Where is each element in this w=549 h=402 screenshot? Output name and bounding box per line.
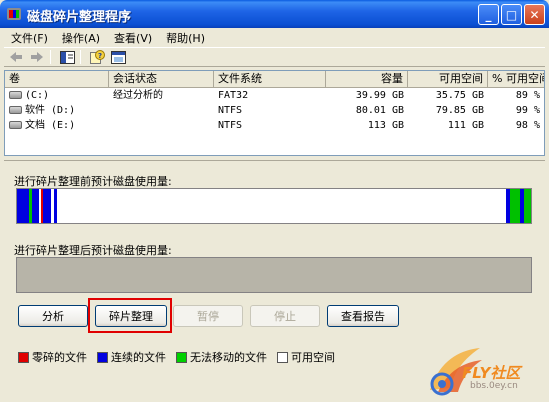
properties-button[interactable] <box>109 49 127 65</box>
volume-row-c[interactable]: (C:) 经过分析的 FAT32 39.99 GB 35.75 GB 89 % <box>5 88 544 103</box>
session-status: 经过分析的 <box>113 90 163 101</box>
close-button[interactable]: ✕ <box>524 4 545 25</box>
before-usage-label: 进行碎片整理前预计磁盘使用量: <box>14 175 172 188</box>
file-system: NTFS <box>218 120 243 131</box>
menu-action[interactable]: 操作(A) <box>55 30 107 46</box>
highlight-box <box>88 298 172 333</box>
drive-icon <box>9 121 22 129</box>
percent-free: 99 % <box>515 105 540 116</box>
legend-label-unmovable: 无法移动的文件 <box>190 351 267 364</box>
watermark-brand: FLY社区 <box>462 364 521 382</box>
capacity: 113 GB <box>367 120 404 131</box>
toolbar: ? <box>4 47 545 67</box>
menu-file[interactable]: 文件(F) <box>4 30 55 46</box>
session-status <box>109 103 214 118</box>
after-usage-label: 进行碎片整理后预计磁盘使用量: <box>14 244 172 257</box>
volume-list[interactable]: 卷 会话状态 文件系统 容量 可用空间 % 可用空间 (C:) 经过分析的 FA… <box>4 70 545 156</box>
toolbar-separator <box>50 50 51 64</box>
column-header-free-space[interactable]: 可用空间 <box>408 71 488 87</box>
legend-swatch-free <box>277 351 288 363</box>
window-title: 磁盘碎片整理程序 <box>27 10 132 25</box>
view-report-button[interactable]: 查看报告 <box>327 305 399 327</box>
segment-contiguous <box>43 189 51 223</box>
free-space: 79.85 GB <box>435 105 484 116</box>
volume-row-e[interactable]: 文档 (E:) NTFS 113 GB 111 GB 98 % <box>5 118 544 133</box>
drive-icon <box>9 106 22 114</box>
volume-name: 文档 (E:) <box>25 120 76 131</box>
console-tree-icon <box>59 50 75 64</box>
free-space: 35.75 GB <box>435 90 484 101</box>
percent-free: 89 % <box>515 90 540 101</box>
column-header-capacity[interactable]: 容量 <box>326 71 408 87</box>
menu-bar: 文件(F) 操作(A) 查看(V) 帮助(H) <box>4 28 545 47</box>
free-space: 111 GB <box>447 120 484 131</box>
column-header-percent-free[interactable]: % 可用空间 <box>488 71 544 87</box>
legend-label-free: 可用空间 <box>291 351 335 364</box>
segment-unmovable <box>524 189 531 223</box>
defrag-app-icon <box>7 8 21 20</box>
back-button[interactable] <box>7 49 25 65</box>
maximize-icon: □ <box>505 7 518 22</box>
legend-swatch-fragmented <box>18 351 29 363</box>
help-button[interactable]: ? <box>88 49 106 65</box>
capacity: 80.01 GB <box>355 105 404 116</box>
pause-button[interactable]: 暂停 <box>173 305 243 327</box>
menu-help[interactable]: 帮助(H) <box>159 30 212 46</box>
percent-free: 98 % <box>515 120 540 131</box>
minimize-button[interactable]: _ <box>478 4 499 25</box>
analyze-button[interactable]: 分析 <box>18 305 88 327</box>
legend-swatch-contiguous <box>97 351 108 363</box>
volume-name: 软件 (D:) <box>25 105 76 116</box>
column-header-file-system[interactable]: 文件系统 <box>214 71 326 87</box>
legend-swatch-unmovable <box>176 351 187 363</box>
capacity: 39.99 GB <box>355 90 404 101</box>
segment-unmovable <box>510 189 520 223</box>
help-icon: ? <box>89 50 105 64</box>
back-arrow-icon <box>10 52 22 62</box>
after-usage-bar <box>16 257 532 293</box>
toolbar-separator <box>80 50 81 64</box>
legend-label-contiguous: 连续的文件 <box>111 351 166 364</box>
file-system: NTFS <box>218 105 243 116</box>
column-header-volume[interactable]: 卷 <box>5 71 109 87</box>
column-header-session-status[interactable]: 会话状态 <box>109 71 214 87</box>
segment-contiguous <box>54 189 57 223</box>
properties-icon <box>110 50 126 64</box>
file-system: FAT32 <box>218 90 249 101</box>
stop-button[interactable]: 停止 <box>250 305 320 327</box>
minimize-icon: _ <box>485 7 492 22</box>
session-status <box>109 118 214 133</box>
volume-name: (C:) <box>25 90 50 101</box>
forward-button[interactable] <box>28 49 46 65</box>
title-bar[interactable]: 磁盘碎片整理程序 _ □ ✕ <box>0 0 549 28</box>
show-hide-console-tree-button[interactable] <box>58 49 76 65</box>
close-icon: ✕ <box>529 7 540 22</box>
svg-text:?: ? <box>97 52 101 60</box>
list-header: 卷 会话状态 文件系统 容量 可用空间 % 可用空间 <box>5 71 544 88</box>
legend-label-fragmented: 零碎的文件 <box>32 351 87 364</box>
drive-icon <box>9 91 22 99</box>
before-usage-bar <box>16 188 532 224</box>
volume-row-d[interactable]: 软件 (D:) NTFS 80.01 GB 79.85 GB 99 % <box>5 103 544 118</box>
maximize-button[interactable]: □ <box>501 4 522 25</box>
watermark-url: bbs.0ey.cn <box>470 381 518 391</box>
segment-contiguous <box>17 189 29 223</box>
legend: 零碎的文件 连续的文件 无法移动的文件 可用空间 <box>18 350 345 364</box>
menu-view[interactable]: 查看(V) <box>107 30 159 46</box>
segment-contiguous <box>32 189 39 223</box>
forward-arrow-icon <box>31 52 43 62</box>
